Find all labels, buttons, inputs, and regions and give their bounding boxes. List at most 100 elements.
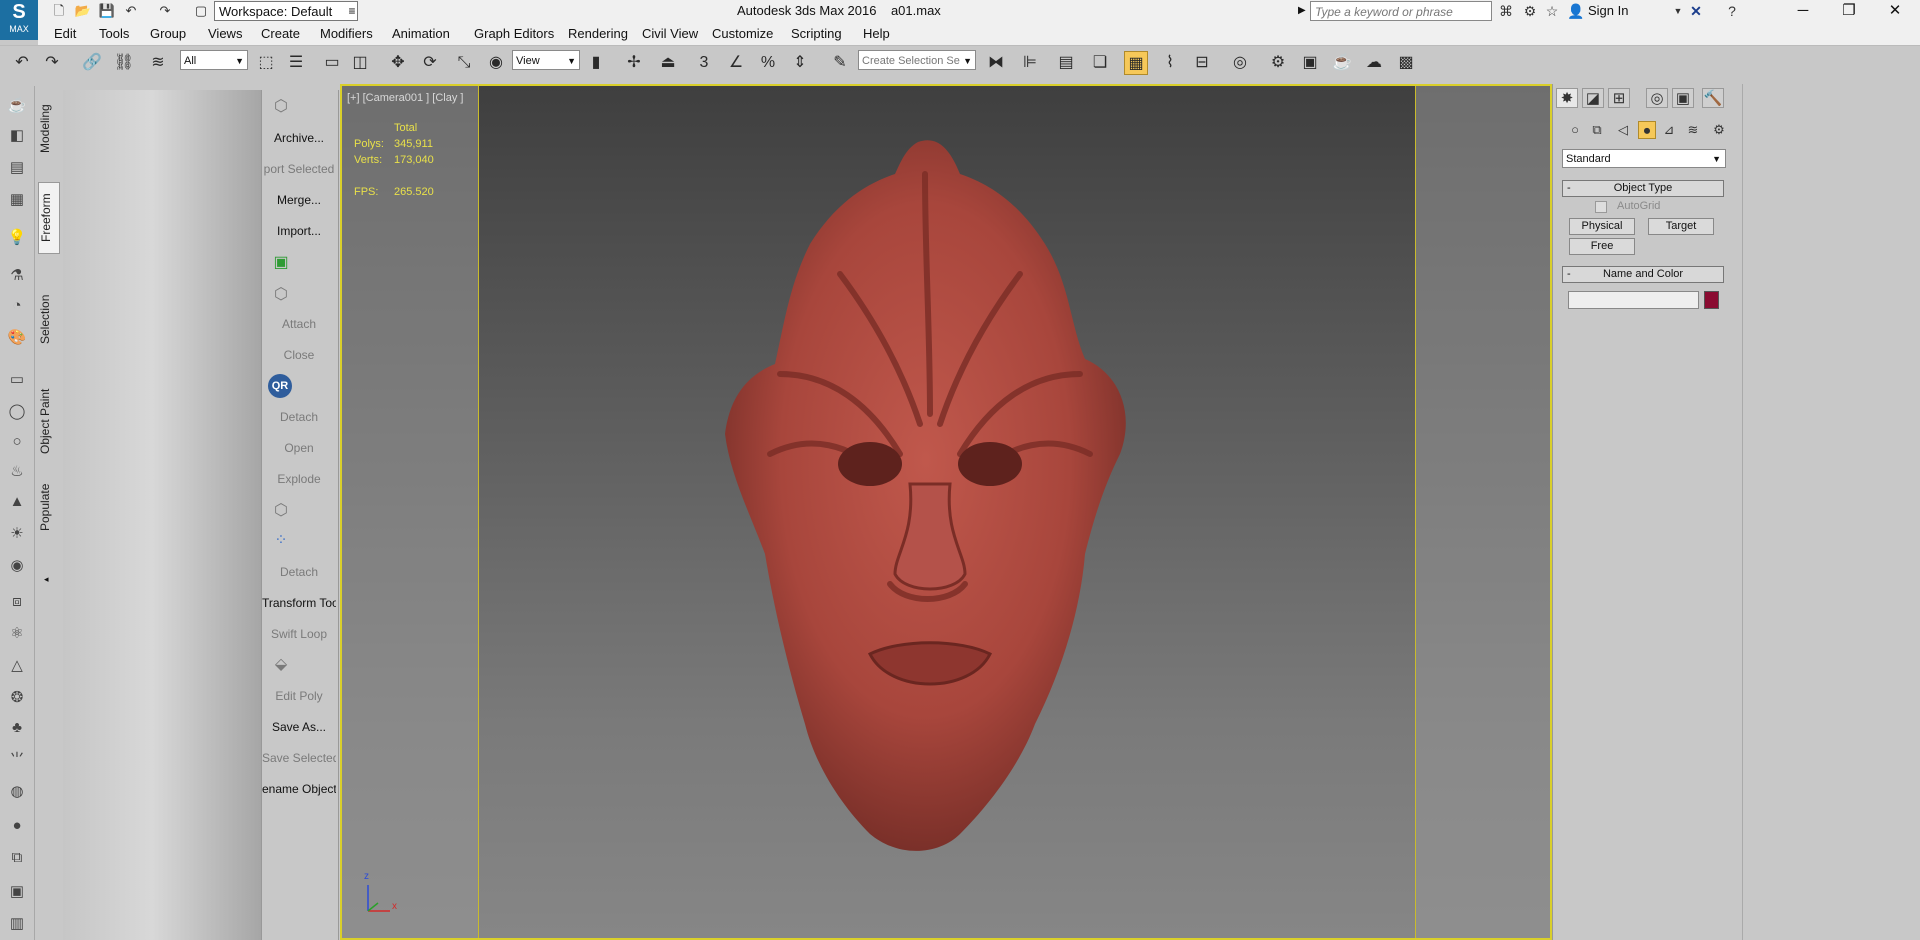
menu-rendering[interactable]: Rendering	[568, 26, 628, 41]
layer-explorer-icon[interactable]: ▤	[1054, 51, 1078, 75]
edit-poly-icon[interactable]: ⬙	[268, 654, 294, 676]
search-input[interactable]: Type a keyword or phrase	[1310, 1, 1492, 21]
menu-help[interactable]: Help	[863, 26, 890, 41]
align-icon[interactable]: ⊫	[1018, 51, 1042, 75]
disk-icon[interactable]: ◉	[6, 556, 28, 576]
chevron-down-icon[interactable]: ▼	[1668, 2, 1688, 20]
detach-button[interactable]: Detach	[262, 410, 336, 424]
pot-icon[interactable]: ♨	[6, 462, 28, 482]
detach-2-button[interactable]: Detach	[262, 565, 336, 579]
reference-coordinate-dropdown[interactable]: View ▼	[512, 50, 580, 70]
display-tab-icon[interactable]: ▣	[1672, 88, 1694, 108]
particles-icon[interactable]: ⁘	[268, 530, 294, 552]
torus-icon[interactable]: ◯	[6, 402, 28, 422]
app-menu-button[interactable]: S MAX	[0, 0, 38, 40]
tab-freeform[interactable]: Freeform	[38, 182, 60, 254]
menu-customize[interactable]: Customize	[712, 26, 773, 41]
swift-loop-button[interactable]: Swift Loop	[262, 627, 336, 641]
selection-filter-dropdown[interactable]: All ▼	[180, 50, 248, 70]
import-button[interactable]: Import...	[262, 224, 336, 238]
autogrid-checkbox[interactable]	[1595, 201, 1607, 213]
menu-civil-view[interactable]: Civil View	[642, 26, 698, 41]
layer-manager-icon[interactable]: ❏	[1088, 51, 1112, 75]
render-icon[interactable]: ◧	[6, 126, 28, 146]
schematic-view-icon[interactable]: ⊟	[1190, 51, 1214, 75]
tab-populate[interactable]: Populate	[38, 478, 58, 536]
redo-icon[interactable]: ↷	[156, 2, 174, 20]
plane-icon[interactable]: ▭	[6, 370, 28, 390]
spinner-snap-icon[interactable]: ⇕	[788, 51, 812, 75]
archive-button[interactable]: Archive...	[262, 131, 336, 145]
select-by-name-icon[interactable]: ☰	[284, 51, 308, 75]
utilities-tab-icon[interactable]: 🔨	[1702, 88, 1724, 108]
attach-button[interactable]: Attach	[262, 317, 336, 331]
systems-icon[interactable]: ⚙	[1710, 121, 1728, 139]
box-icon[interactable]: ⬡	[268, 96, 294, 118]
window-crossing-icon[interactable]: ◫	[348, 51, 372, 75]
box-outline-icon[interactable]: ⬡	[268, 284, 294, 306]
expand-arrow-icon[interactable]: ▶	[1298, 5, 1306, 16]
render-production-icon[interactable]: ☕	[1330, 51, 1354, 75]
cone-icon[interactable]: ▲	[6, 492, 28, 512]
favorites-star-icon[interactable]: ☆	[1542, 2, 1562, 20]
sphere-tool-icon[interactable]: ◔	[6, 296, 28, 316]
explode-button[interactable]: Explode	[262, 472, 336, 486]
close-button[interactable]: Close	[262, 348, 336, 362]
helper-icon[interactable]: ⚗	[6, 266, 28, 286]
select-object-icon[interactable]: ⬚	[254, 51, 278, 75]
object-name-field[interactable]	[1568, 291, 1699, 309]
sphere-2-icon[interactable]: ●	[6, 816, 28, 836]
placement-icon[interactable]: ◉	[484, 51, 508, 75]
close-icon[interactable]: ✕	[1872, 0, 1918, 23]
cameras-icon[interactable]: ⏺	[1638, 121, 1656, 139]
object-type-rollout[interactable]: - Object Type	[1562, 180, 1724, 197]
selection-region-icon[interactable]: ▭	[320, 51, 344, 75]
user-icon[interactable]: 👤	[1566, 2, 1586, 20]
category-dropdown[interactable]: Standard ▼	[1562, 149, 1726, 168]
pyramid-icon[interactable]: △	[6, 656, 28, 676]
panel-icon[interactable]: ▤	[6, 158, 28, 178]
molecule-icon[interactable]: ⚛	[6, 624, 28, 644]
percent-snap-icon[interactable]: %	[756, 51, 780, 75]
hierarchy-tab-icon[interactable]: ⊞	[1608, 88, 1630, 108]
render-setup-icon[interactable]: ⚙	[1266, 51, 1290, 75]
menu-create[interactable]: Create	[261, 26, 300, 41]
camera-icon[interactable]: ▣	[268, 252, 294, 274]
create-tab-icon[interactable]: ✸	[1556, 88, 1578, 108]
ribbon-collapse-icon[interactable]: ◂	[44, 574, 49, 585]
lights-icon[interactable]: ◁	[1614, 121, 1632, 139]
menu-group[interactable]: Group	[150, 26, 186, 41]
space-warps-icon[interactable]: ≋	[1684, 121, 1702, 139]
render-iterative-icon[interactable]: ☁	[1362, 51, 1386, 75]
named-selection-dropdown[interactable]: Create Selection Se ▼	[858, 50, 976, 70]
tab-modeling[interactable]: Modeling	[38, 100, 58, 158]
curve-editor-icon[interactable]: ⌇	[1158, 51, 1182, 75]
redo-icon[interactable]: ↷	[40, 51, 64, 75]
panel-2-icon[interactable]: ▥	[6, 914, 28, 934]
tube-icon[interactable]: ⧈	[6, 592, 28, 612]
select-manipulate-icon[interactable]: ✢	[622, 51, 646, 75]
menu-graph-editors[interactable]: Graph Editors	[474, 26, 554, 41]
save-selected-button[interactable]: Save Selected	[262, 751, 336, 765]
open-button[interactable]: Open	[262, 441, 336, 455]
foliage-icon[interactable]: ♣	[6, 718, 28, 738]
snaps-toggle-icon[interactable]: 3	[692, 51, 716, 75]
viewport-label[interactable]: [+] [Camera001 ] [Clay ]	[347, 92, 463, 104]
tab-object-paint[interactable]: Object Paint	[38, 380, 58, 462]
quick-access-menu-icon[interactable]: ≡	[344, 1, 360, 21]
circle-icon[interactable]: ○	[6, 432, 28, 452]
hair-icon[interactable]: ⺌	[6, 750, 28, 770]
quad-remesh-icon[interactable]: QR	[268, 374, 292, 398]
sun-icon[interactable]: ☀	[6, 524, 28, 544]
link-icon[interactable]: 🔗	[80, 51, 104, 75]
export-selected-button[interactable]: port Selected	[262, 162, 336, 176]
toolbar-extra-icon[interactable]: ▩	[1394, 51, 1418, 75]
geometry-icon[interactable]: ○	[1566, 121, 1584, 139]
help-icon[interactable]: ?	[1722, 2, 1742, 20]
menu-views[interactable]: Views	[208, 26, 242, 41]
scale-icon[interactable]: ⤡	[452, 51, 476, 75]
binoculars-icon[interactable]: ⌘	[1496, 2, 1516, 20]
minimize-icon[interactable]: ─	[1780, 0, 1826, 23]
exchange-apps-icon[interactable]: ✕	[1686, 2, 1706, 20]
grid-icon[interactable]: ▦	[6, 190, 28, 210]
